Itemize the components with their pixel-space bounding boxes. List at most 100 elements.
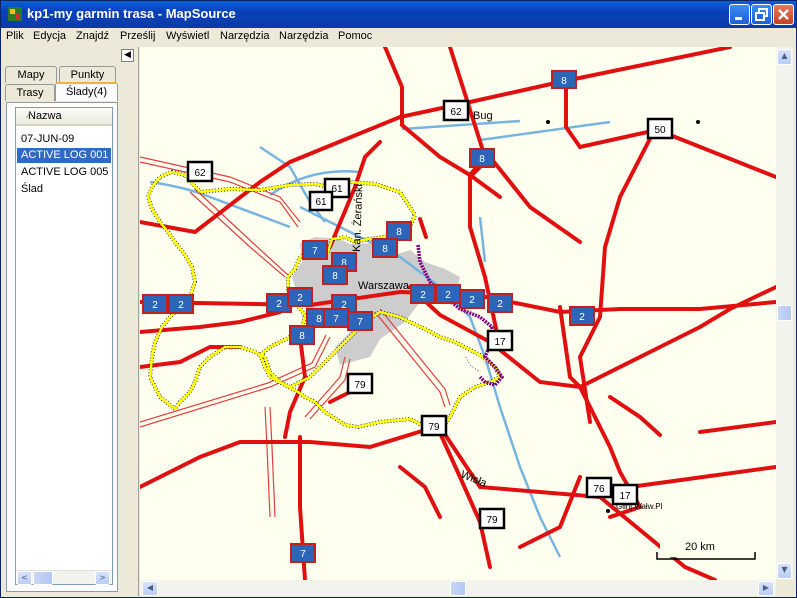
route-shield-7: 7 <box>302 240 328 260</box>
scroll-right-button[interactable]: ▶ <box>758 581 774 596</box>
route-shield-61: 61 <box>308 190 334 212</box>
chevron-right-icon: ▶ <box>762 583 770 592</box>
svg-text:76: 76 <box>593 484 605 495</box>
route-shield-79: 79 <box>346 372 374 395</box>
svg-text:2: 2 <box>297 293 303 304</box>
chevron-right-icon: > <box>99 573 106 582</box>
collapse-panel-button[interactable]: ◀ <box>121 49 134 62</box>
minimize-button[interactable] <box>729 4 750 25</box>
application-window: kp1-my garmin trasa - MapSource Plik Edy… <box>0 0 797 598</box>
svg-text:50: 50 <box>654 125 666 136</box>
svg-text:62: 62 <box>450 107 462 118</box>
svg-text:2: 2 <box>178 300 184 311</box>
menu-edit[interactable]: Edycja <box>33 30 66 42</box>
route-shield-7: 7 <box>323 308 349 328</box>
main-roads <box>140 47 776 580</box>
svg-text:2: 2 <box>276 299 282 310</box>
list-horizontal-scrollbar[interactable]: < > <box>17 570 111 585</box>
chevron-left-icon: ◀ <box>146 583 154 592</box>
maximize-button[interactable] <box>751 4 772 25</box>
column-header-name[interactable]: Nazwa ⁄ <box>16 108 112 126</box>
horizontal-scroll-thumb[interactable] <box>450 581 466 596</box>
route-shield-7: 7 <box>290 543 316 563</box>
label-place: Glinj.Wałw.Pl <box>616 502 663 511</box>
route-shield-2: 2 <box>168 294 194 314</box>
svg-text:2: 2 <box>152 300 158 311</box>
menu-file[interactable]: Plik <box>6 30 24 42</box>
label-city-warszawa: Warszawa <box>358 280 410 292</box>
svg-text:79: 79 <box>486 515 498 526</box>
svg-text:62: 62 <box>194 168 206 179</box>
route-shield-2: 2 <box>459 289 485 309</box>
tab-routes[interactable]: Trasy <box>5 84 55 101</box>
tracks-tab-body: Nazwa ⁄ 07-JUN-09 ACTIVE LOG 001 ACTIVE … <box>6 102 118 592</box>
svg-text:8: 8 <box>316 314 322 325</box>
track-row[interactable]: ACTIVE LOG 005 <box>17 165 111 180</box>
menu-bar: Plik Edycja Znajdź Prześlij Wyświetl Nar… <box>1 28 796 47</box>
route-shield-2: 2 <box>569 306 595 326</box>
svg-text:2: 2 <box>445 290 451 301</box>
route-shield-8: 8 <box>551 70 577 89</box>
svg-text:8: 8 <box>561 76 567 87</box>
title-bar[interactable]: kp1-my garmin trasa - MapSource <box>1 1 796 28</box>
scroll-left-button[interactable]: ◀ <box>142 581 158 596</box>
triangle-left-icon: ◀ <box>124 50 131 60</box>
tab-maps[interactable]: Mapy <box>5 66 57 83</box>
map-view[interactable]: 8 62 50 8 62 61 61 7 8 8 8 8 2 2 2 2 2 8… <box>140 47 776 580</box>
scroll-thumb[interactable] <box>33 571 53 585</box>
svg-text:8: 8 <box>299 331 305 342</box>
sort-icon: ⁄ <box>28 110 30 121</box>
route-shield-2: 2 <box>287 287 313 307</box>
scroll-right-button[interactable]: > <box>95 571 110 585</box>
scroll-up-button[interactable]: ▲ <box>777 49 792 65</box>
svg-text:7: 7 <box>357 317 363 328</box>
svg-text:2: 2 <box>469 295 475 306</box>
route-shield-50: 50 <box>646 117 674 140</box>
track-row-selected[interactable]: ACTIVE LOG 001 <box>17 148 111 163</box>
track-row[interactable]: Ślad <box>17 182 111 197</box>
svg-text:17: 17 <box>619 491 631 502</box>
scale-bar: 20 km <box>656 539 756 560</box>
menu-tools-1[interactable]: Narzędzia <box>220 30 270 42</box>
map-point <box>696 120 700 124</box>
svg-text:61: 61 <box>315 197 327 208</box>
route-shield-2: 2 <box>142 294 168 314</box>
menu-find[interactable]: Znajdź <box>76 30 109 42</box>
close-icon <box>778 9 789 20</box>
route-shield-76: 76 <box>585 476 613 499</box>
scale-label: 20 km <box>685 541 715 553</box>
svg-text:8: 8 <box>332 271 338 282</box>
map-point <box>546 120 550 124</box>
route-shield-7: 7 <box>347 311 373 331</box>
svg-text:79: 79 <box>428 422 440 433</box>
track-dotted <box>465 356 481 373</box>
map-canvas[interactable]: 8 62 50 8 62 61 61 7 8 8 8 8 2 2 2 2 2 8… <box>140 47 776 580</box>
menu-view[interactable]: Wyświetl <box>166 30 209 42</box>
column-header-label: Nazwa <box>28 110 62 122</box>
restore-icon <box>755 8 768 21</box>
tab-points[interactable]: Punkty <box>59 66 116 83</box>
track-row[interactable]: 07-JUN-09 <box>17 132 111 147</box>
close-button[interactable] <box>773 4 794 25</box>
svg-text:2: 2 <box>579 312 585 323</box>
menu-transfer[interactable]: Prześlij <box>120 30 155 42</box>
menu-help[interactable]: Pomoc <box>338 30 372 42</box>
svg-text:2: 2 <box>420 290 426 301</box>
track-list[interactable]: Nazwa ⁄ 07-JUN-09 ACTIVE LOG 001 ACTIVE … <box>15 107 113 585</box>
label-river-bug: Bug <box>473 110 493 122</box>
map-point <box>606 509 610 513</box>
route-shield-8: 8 <box>289 325 315 345</box>
svg-text:8: 8 <box>396 227 402 238</box>
scroll-down-button[interactable]: ▼ <box>777 563 792 579</box>
chevron-up-icon: ▲ <box>781 51 788 60</box>
svg-text:17: 17 <box>494 337 506 348</box>
svg-text:7: 7 <box>312 246 318 257</box>
tab-tracks[interactable]: Ślady(4) <box>55 82 118 101</box>
map-horizontal-scrollbar[interactable]: ◀ ▶ <box>140 580 776 596</box>
menu-tools-2[interactable]: Narzędzia <box>279 30 329 42</box>
scroll-left-button[interactable]: < <box>17 571 32 585</box>
vertical-scroll-thumb[interactable] <box>777 305 792 321</box>
map-vertical-scrollbar[interactable]: ▲ ▼ <box>776 47 793 580</box>
mapsource-app-icon <box>8 7 22 21</box>
minimize-icon <box>735 17 742 20</box>
